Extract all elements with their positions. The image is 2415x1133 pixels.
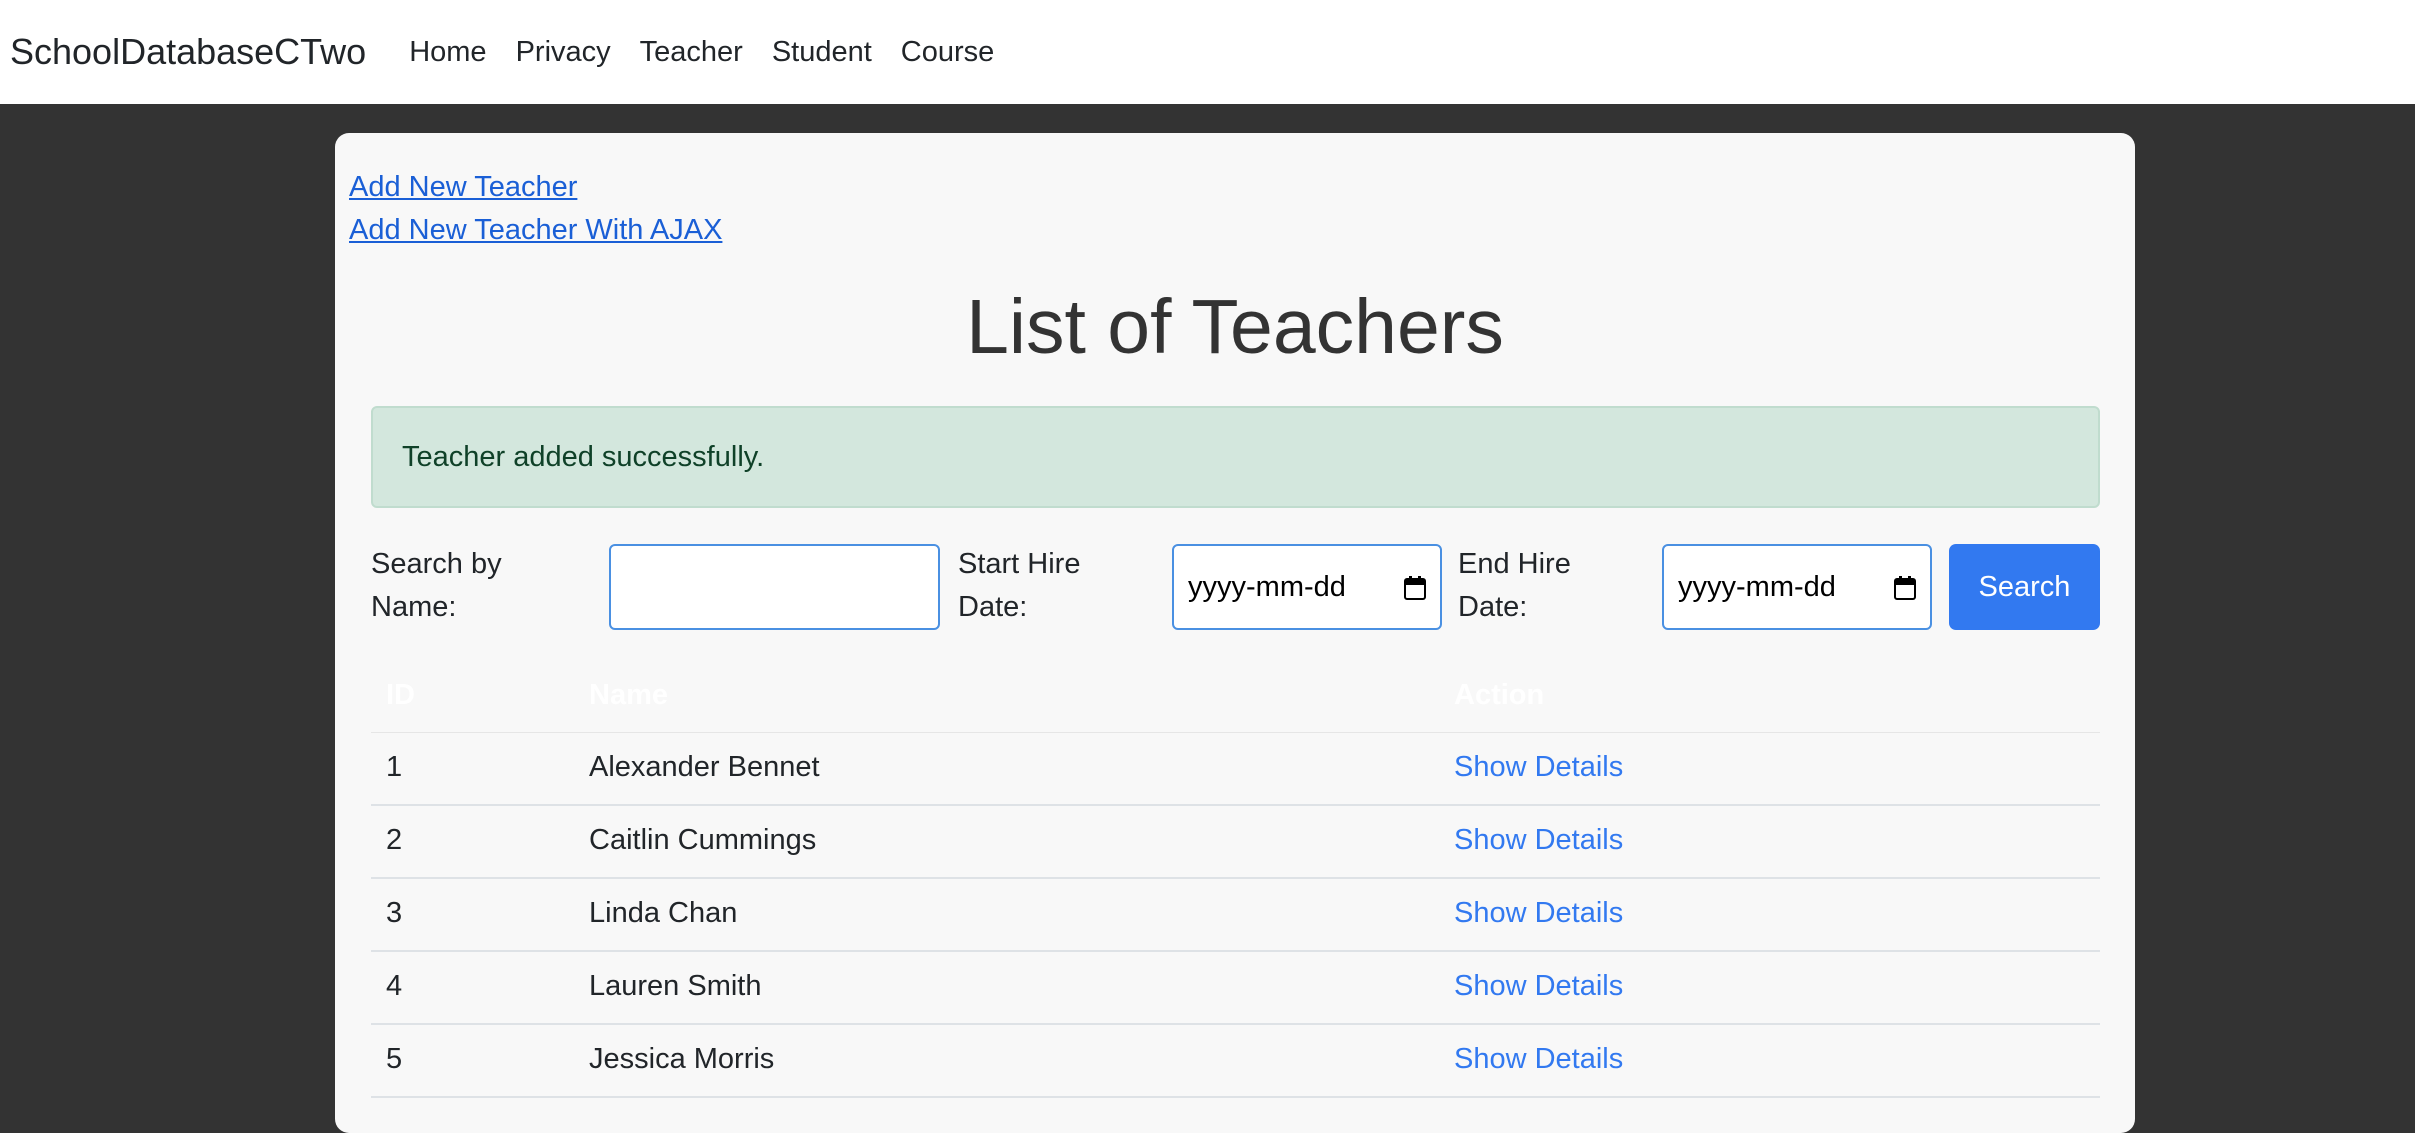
start-date-placeholder: yyyy-mm-dd [1188,570,1346,603]
alert-message: Teacher added successfully. [402,440,765,473]
show-details-link[interactable]: Show Details [1454,824,1623,857]
table-row: 3 Linda Chan Show Details [371,879,2100,952]
end-date-placeholder: yyyy-mm-dd [1678,570,1836,603]
header-name: Name [589,679,668,711]
cell-id: 4 [386,970,403,1002]
search-button[interactable]: Search [1949,544,2100,630]
start-hire-date-label: Start Hire Date: [958,548,1081,623]
add-new-teacher-ajax-link[interactable]: Add New Teacher With AJAX [349,214,722,247]
table-row: 5 Jessica Morris Show Details [371,1025,2100,1098]
add-new-teacher-link[interactable]: Add New Teacher [349,171,577,204]
success-alert: Teacher added successfully. [371,406,2100,508]
cell-name: Lauren Smith [589,970,762,1002]
start-hire-date-input[interactable]: yyyy-mm-dd [1172,544,1442,630]
end-hire-date-input[interactable]: yyyy-mm-dd [1662,544,1932,630]
brand-link[interactable]: SchoolDatabaseCTwo [10,31,366,73]
nav-link-student[interactable]: Student [772,36,872,69]
show-details-link[interactable]: Show Details [1454,1043,1623,1076]
teachers-table: ID Name Action 1 Alexander Bennet Show D… [371,673,2100,1098]
table-header: ID Name Action [371,673,2100,733]
cell-id: 5 [386,1043,403,1075]
calendar-icon[interactable] [1894,575,1916,600]
end-hire-date-label: End Hire Date: [1458,548,1571,623]
search-name-input[interactable] [609,544,940,630]
nav-link-course[interactable]: Course [901,36,995,69]
table-row: 4 Lauren Smith Show Details [371,952,2100,1025]
cell-id: 2 [386,824,403,856]
show-details-link[interactable]: Show Details [1454,897,1623,930]
header-id: ID [386,679,415,711]
header-action: Action [1454,679,1545,711]
cell-name: Jessica Morris [589,1043,775,1075]
nav-link-privacy[interactable]: Privacy [516,36,611,69]
search-name-label: Search by Name: [371,548,502,623]
show-details-link[interactable]: Show Details [1454,751,1623,784]
nav-link-teacher[interactable]: Teacher [640,36,743,69]
show-details-link[interactable]: Show Details [1454,970,1623,1003]
table-row: 1 Alexander Bennet Show Details [371,733,2100,806]
table-row: 2 Caitlin Cummings Show Details [371,806,2100,879]
cell-name: Alexander Bennet [589,751,820,783]
top-navbar: SchoolDatabaseCTwo Home Privacy Teacher … [0,0,2415,104]
cell-id: 3 [386,897,403,929]
cell-name: Linda Chan [589,897,738,929]
page-title: List of Teachers [966,284,1504,370]
main-card: Add New Teacher Add New Teacher With AJA… [335,133,2135,1133]
cell-name: Caitlin Cummings [589,824,817,856]
cell-id: 1 [386,751,403,783]
calendar-icon[interactable] [1404,575,1426,600]
nav-link-home[interactable]: Home [409,36,486,69]
